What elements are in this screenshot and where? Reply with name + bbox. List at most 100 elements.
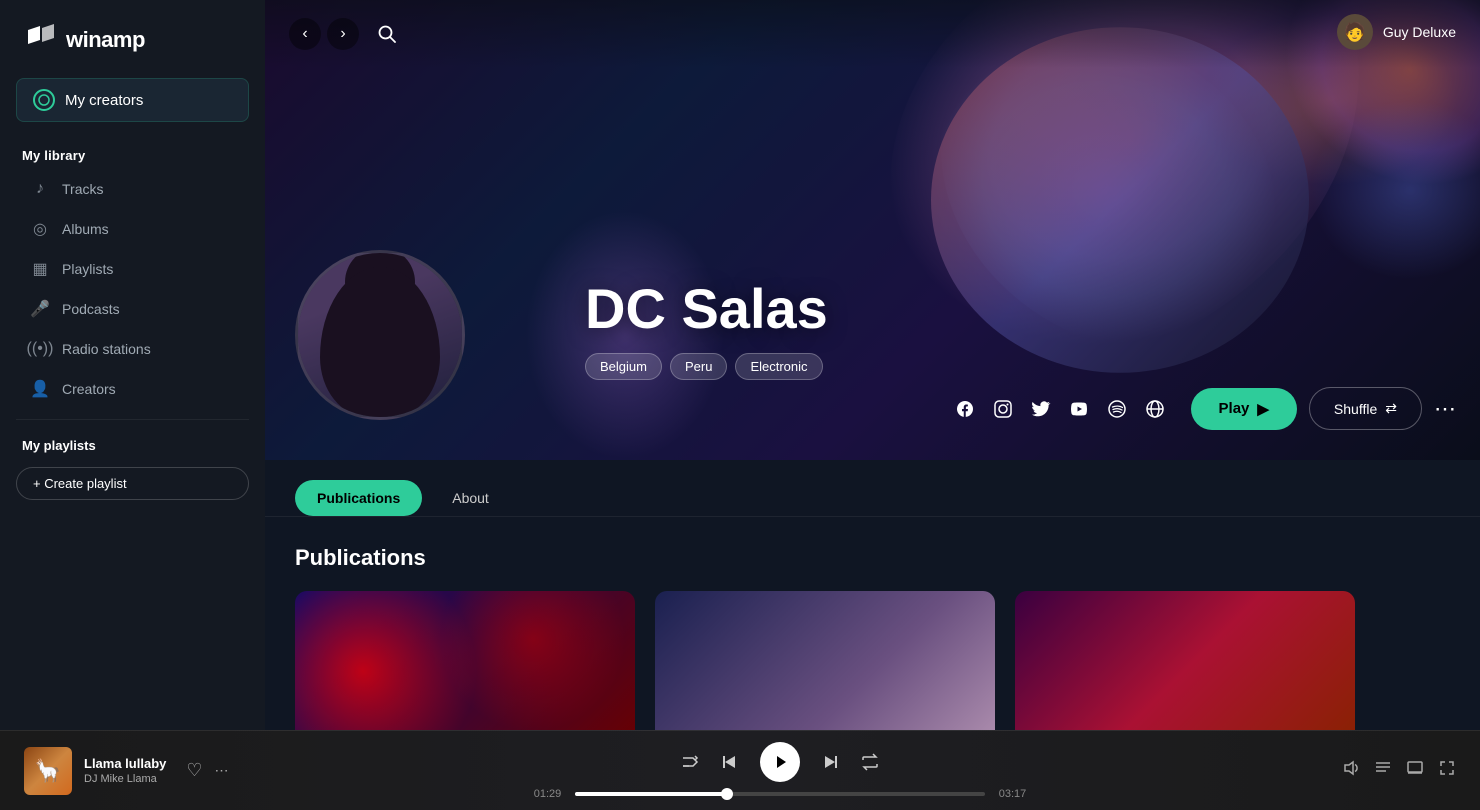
app-logo: winamp xyxy=(0,0,265,78)
tag-electronic: Electronic xyxy=(735,353,822,380)
tag-peru: Peru xyxy=(670,353,727,380)
sidebar-item-podcasts[interactable]: 🎤 Podcasts xyxy=(8,290,257,328)
tracks-icon: ♪ xyxy=(30,179,50,199)
sidebar-item-playlists[interactable]: ▦ Playlists xyxy=(8,250,257,288)
tabs-section: Publications About xyxy=(265,460,1480,517)
sidebar-item-radio-label: Radio stations xyxy=(62,341,151,357)
tab-about-label: About xyxy=(452,490,489,506)
search-button[interactable] xyxy=(371,18,403,50)
sidebar-item-tracks-label: Tracks xyxy=(62,181,103,197)
app-name: winamp xyxy=(66,27,145,53)
sidebar-item-creators-label: Creators xyxy=(62,381,116,397)
publications-grid xyxy=(295,591,1450,730)
search-icon xyxy=(378,25,396,43)
sidebar-item-podcasts-label: Podcasts xyxy=(62,301,120,317)
player-controls: 01:29 03:17 xyxy=(304,742,1256,800)
tab-about[interactable]: About xyxy=(430,480,511,516)
shuffle-ctrl-button[interactable] xyxy=(680,752,700,772)
play-button[interactable]: Play ▶ xyxy=(1191,388,1297,430)
play-icon: ▶ xyxy=(1257,400,1269,418)
player-artist-name: DJ Mike Llama xyxy=(84,773,166,785)
sidebar-item-radio[interactable]: ((•)) Radio stations xyxy=(8,330,257,368)
player-buttons xyxy=(680,742,880,782)
sidebar-item-albums[interactable]: ◎ Albums xyxy=(8,210,257,248)
prev-button[interactable] xyxy=(720,752,740,772)
sidebar-item-tracks[interactable]: ♪ Tracks xyxy=(8,170,257,208)
podcasts-icon: 🎤 xyxy=(30,299,50,319)
publication-card-1[interactable] xyxy=(295,591,635,730)
play-label: Play xyxy=(1219,400,1250,417)
publication-card-2[interactable] xyxy=(655,591,995,730)
person-silhouette xyxy=(320,267,440,417)
user-area: 🧑 Guy Deluxe xyxy=(1337,14,1456,50)
create-playlist-button[interactable]: + Create playlist xyxy=(16,467,249,500)
player-thumbnail: 🦙 xyxy=(24,747,72,795)
like-button[interactable]: ♡ xyxy=(186,760,202,781)
radio-icon: ((•)) xyxy=(30,339,50,359)
publication-card-3[interactable] xyxy=(1015,591,1355,730)
twitter-icon[interactable] xyxy=(1029,397,1053,421)
artist-name: DC Salas xyxy=(585,281,828,337)
sidebar-item-albums-label: Albums xyxy=(62,221,109,237)
hero-background: DC Salas Belgium Peru Electronic xyxy=(265,0,1480,460)
current-time: 01:29 xyxy=(530,788,565,800)
playback-row: Play ▶ Shuffle ⇄ ⋯ xyxy=(953,387,1456,430)
my-playlists-label: My playlists xyxy=(0,430,265,461)
pub-card-inner-1 xyxy=(295,591,635,730)
artist-info: DC Salas Belgium Peru Electronic xyxy=(585,281,828,380)
player-more-button[interactable]: ⋯ xyxy=(215,762,229,779)
tab-publications-label: Publications xyxy=(317,490,400,506)
player-right xyxy=(1256,759,1456,782)
total-time: 03:17 xyxy=(995,788,1030,800)
shuffle-button[interactable]: Shuffle ⇄ xyxy=(1309,387,1422,430)
my-creators-button[interactable]: My creators xyxy=(16,78,249,122)
nav-back-button[interactable]: ‹ xyxy=(289,18,321,50)
sidebar-item-playlists-label: Playlists xyxy=(62,261,113,277)
youtube-icon[interactable] xyxy=(1067,397,1091,421)
facebook-icon[interactable] xyxy=(953,397,977,421)
website-icon[interactable] xyxy=(1143,397,1167,421)
my-library-label: My library xyxy=(0,138,265,169)
my-creators-label: My creators xyxy=(65,92,143,109)
my-creators-icon xyxy=(33,89,55,111)
social-icons xyxy=(953,397,1167,421)
tag-belgium: Belgium xyxy=(585,353,662,380)
queue-button[interactable] xyxy=(1374,759,1392,782)
tab-publications[interactable]: Publications xyxy=(295,480,422,516)
shuffle-icon: ⇄ xyxy=(1385,400,1397,417)
nav-forward-button[interactable]: › xyxy=(327,18,359,50)
progress-row: 01:29 03:17 xyxy=(530,788,1030,800)
user-name: Guy Deluxe xyxy=(1383,24,1456,40)
progress-thumb xyxy=(721,788,733,800)
sidebar: winamp My creators My library ♪ Tracks ◎… xyxy=(0,0,265,730)
create-playlist-label: + Create playlist xyxy=(33,476,127,491)
progress-fill xyxy=(575,792,727,796)
repeat-button[interactable] xyxy=(860,752,880,772)
publications-section: Publications xyxy=(265,517,1480,730)
publications-title: Publications xyxy=(295,545,1450,571)
creators-icon: 👤 xyxy=(30,379,50,399)
next-button[interactable] xyxy=(820,752,840,772)
more-options-button[interactable]: ⋯ xyxy=(1434,396,1456,422)
pub-card-inner-2 xyxy=(655,591,995,730)
artist-tags: Belgium Peru Electronic xyxy=(585,353,828,380)
spotify-icon[interactable] xyxy=(1105,397,1129,421)
shuffle-label: Shuffle xyxy=(1334,401,1377,417)
top-bar: ‹ › xyxy=(265,0,1480,68)
playlists-icon: ▦ xyxy=(30,259,50,279)
play-pause-button[interactable] xyxy=(760,742,800,782)
sidebar-divider xyxy=(16,419,249,420)
cast-button[interactable] xyxy=(1406,759,1424,782)
pub-card-inner-3 xyxy=(1015,591,1355,730)
albums-icon: ◎ xyxy=(30,219,50,239)
instagram-icon[interactable] xyxy=(991,397,1015,421)
hero-section: DC Salas Belgium Peru Electronic xyxy=(265,0,1480,460)
progress-bar[interactable] xyxy=(575,792,985,796)
right-blob-2 xyxy=(1310,100,1480,280)
artist-avatar-inner xyxy=(298,253,462,417)
player-bar: 🦙 Llama lullaby DJ Mike Llama ♡ ⋯ xyxy=(0,730,1480,810)
volume-button[interactable] xyxy=(1342,759,1360,782)
fullscreen-button[interactable] xyxy=(1438,759,1456,782)
sidebar-item-creators[interactable]: 👤 Creators xyxy=(8,370,257,408)
player-track-name: Llama lullaby xyxy=(84,756,166,771)
